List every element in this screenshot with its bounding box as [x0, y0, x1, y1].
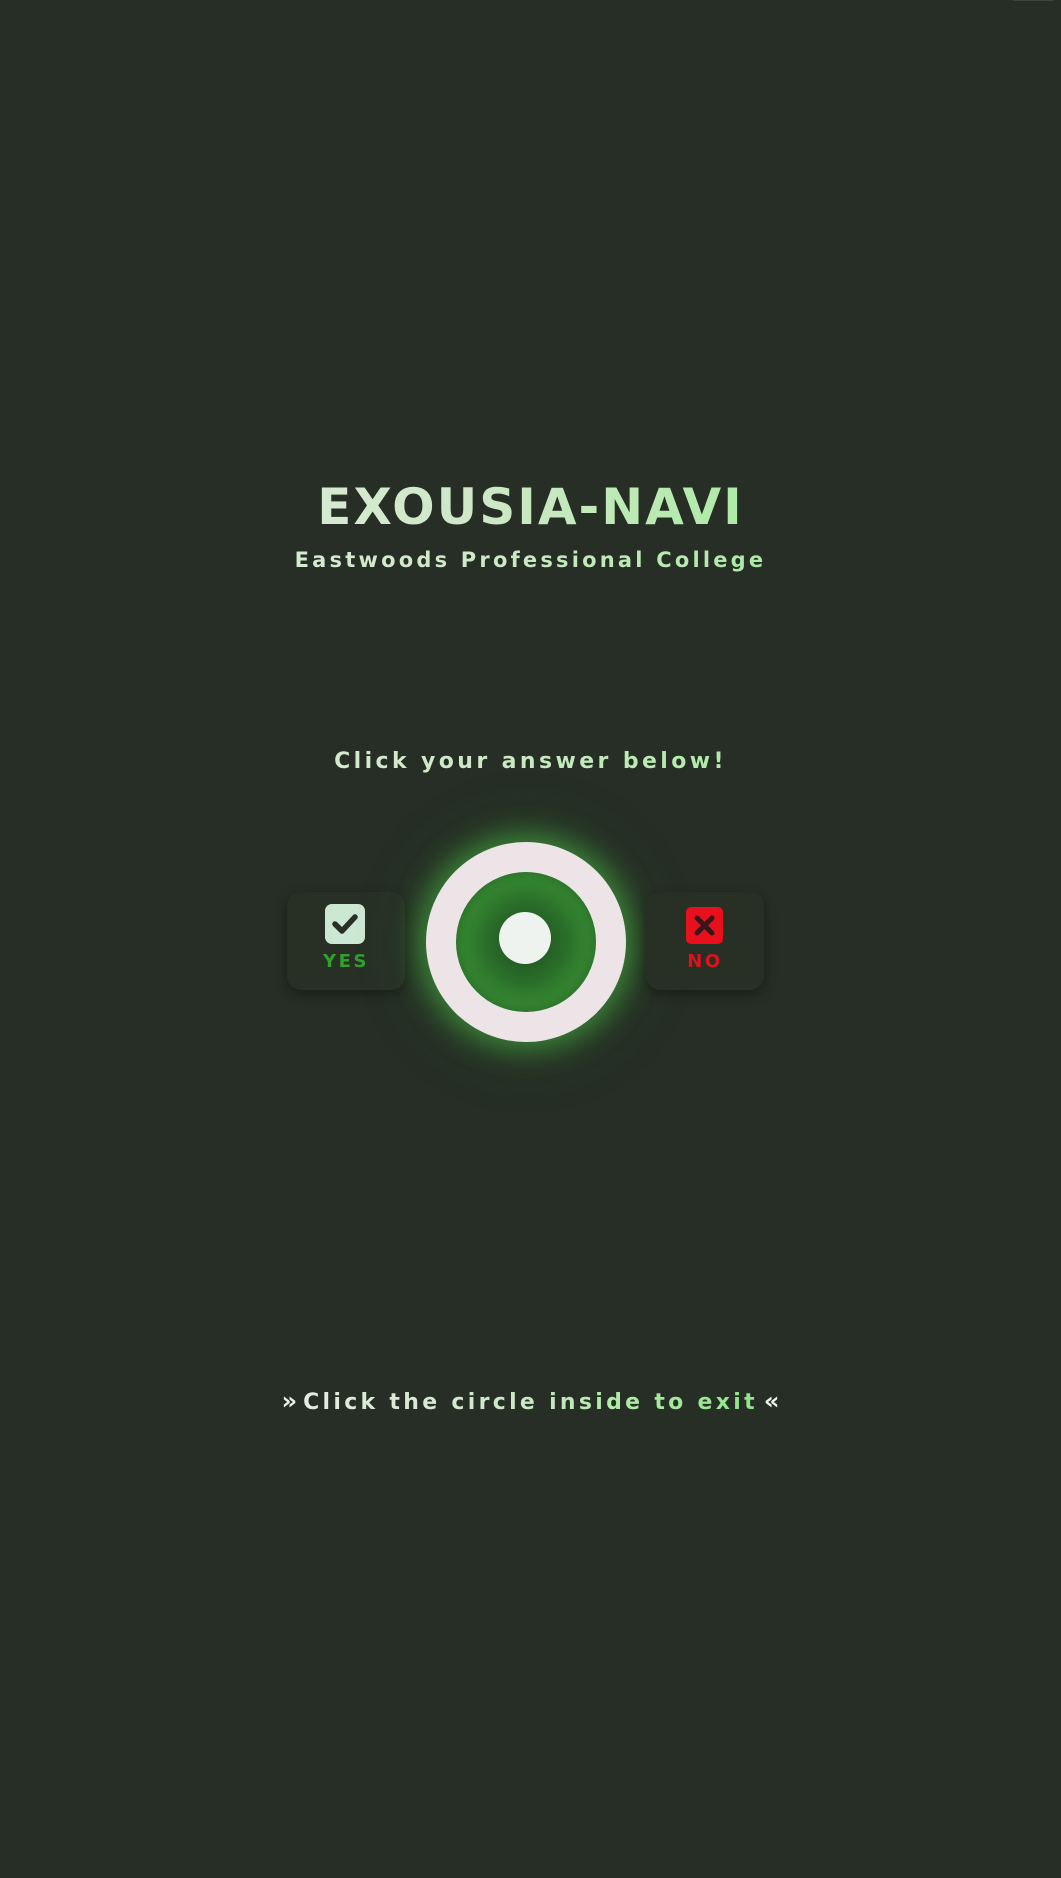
exit-circle-inner — [456, 872, 596, 1012]
exit-hint: » Click the circle inside to exit « — [0, 1386, 1061, 1418]
yes-label: YES — [322, 951, 370, 972]
exit-screen: EXOUSIA-NAVI Eastwoods Professional Coll… — [0, 0, 1061, 1878]
app-title: EXOUSIA-NAVI — [0, 472, 1061, 542]
corner-mark — [1013, 0, 1053, 1]
question-prompt: Click your answer below! — [0, 748, 1061, 776]
left-marker: » — [281, 1387, 298, 1415]
check-icon — [325, 904, 365, 944]
no-label: NO — [687, 951, 723, 972]
exit-circle[interactable] — [426, 842, 626, 1042]
right-marker: « — [763, 1387, 780, 1415]
no-button[interactable]: NO — [646, 892, 764, 990]
exit-hint-text: Click the circle inside to exit — [303, 1388, 758, 1418]
exit-dot-button[interactable] — [499, 912, 551, 964]
app-subtitle: Eastwoods Professional College — [0, 546, 1061, 574]
yes-button[interactable]: YES — [287, 892, 405, 990]
x-icon — [686, 907, 723, 944]
